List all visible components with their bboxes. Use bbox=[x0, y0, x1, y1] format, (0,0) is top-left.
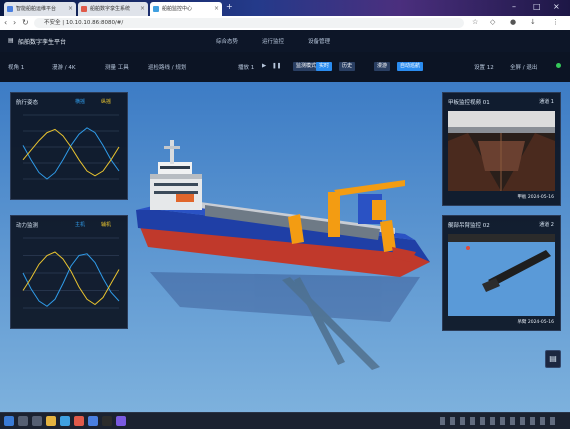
power-line-chart bbox=[22, 237, 120, 309]
os-taskbar bbox=[0, 412, 570, 429]
view-tool-button[interactable]: 视角 1 bbox=[8, 63, 24, 71]
tab-label: 智能船舶运维平台 bbox=[16, 6, 57, 12]
power-chart-panel: 动力监测 主机 辅机 bbox=[10, 215, 128, 329]
browser-tab-2[interactable]: 船舶数字孪生系统 × bbox=[78, 2, 148, 16]
channel-badge: 通道 1 bbox=[539, 99, 554, 105]
legend-series-1: 主机 bbox=[75, 222, 86, 228]
url-text: 不安全 | 10.10.10.86:8080/#/ bbox=[44, 20, 124, 26]
close-tab-icon[interactable]: × bbox=[140, 2, 145, 16]
close-tab-icon[interactable]: × bbox=[214, 2, 219, 16]
close-tab-icon[interactable]: × bbox=[68, 2, 73, 16]
app-title: 船舶数字孪生平台 bbox=[18, 39, 67, 46]
windows-start-icon[interactable] bbox=[4, 416, 14, 426]
attitude-chart-panel: 航行姿态 横摇 纵摇 bbox=[10, 92, 128, 200]
url-input[interactable]: 不安全 | 10.10.10.86:8080/#/ bbox=[34, 18, 464, 28]
extensions-icon[interactable]: ◇ bbox=[490, 18, 495, 26]
browser-icon[interactable] bbox=[60, 416, 70, 426]
app-logo-icon: ▤ bbox=[8, 37, 14, 44]
camera-panel-2[interactable]: 艉部吊臂监控 02 通道 2 吊臂 2024-05-16 bbox=[442, 215, 561, 331]
measure-tool-button[interactable]: 测量 工具 bbox=[105, 63, 129, 71]
profile-icon[interactable]: ● bbox=[510, 18, 516, 26]
task-view-icon[interactable] bbox=[32, 416, 42, 426]
mail-icon[interactable] bbox=[88, 416, 98, 426]
panel-title: 动力监测 bbox=[16, 223, 39, 229]
plus-icon[interactable]: + bbox=[226, 2, 233, 11]
nav-tab-monitoring[interactable]: 运行监控 bbox=[262, 37, 284, 45]
star-icon[interactable]: ☆ bbox=[472, 18, 478, 26]
app-icon[interactable] bbox=[116, 416, 126, 426]
app-toolbar: 视角 1 漫游 / 4K 测量 工具 巡检路线 / 规划 播放 1 ▶ ❚❚ 监… bbox=[0, 52, 570, 83]
camera-panel-1[interactable]: 甲板监控视频 01 通道 1 甲板 2024-05-16 bbox=[442, 92, 561, 206]
reload-icon[interactable]: ↻ bbox=[22, 18, 29, 28]
legend-series-2: 纵摇 bbox=[101, 99, 112, 105]
channel-badge: 通道 2 bbox=[539, 222, 554, 228]
panel-title: 航行姿态 bbox=[16, 100, 39, 106]
play-icon[interactable]: ▶ bbox=[262, 63, 266, 69]
close-icon[interactable]: × bbox=[553, 2, 560, 11]
panel-title: 甲板监控视频 01 bbox=[448, 100, 490, 106]
series-line-2 bbox=[22, 251, 120, 306]
roam-pill[interactable]: 漫游 bbox=[374, 62, 391, 71]
browser-tab-bar: 智能船舶运维平台 × 船舶数字孪生系统 × 船舶监控中心 × + – □ × bbox=[0, 0, 570, 16]
nav-tab-equipment[interactable]: 设备管理 bbox=[308, 37, 330, 45]
tab-label: 船舶监控中心 bbox=[162, 6, 193, 12]
address-bar: ‹ › ↻ 不安全 | 10.10.10.86:8080/#/ ☆ ◇ ● ↓ … bbox=[0, 16, 570, 31]
back-icon[interactable]: ‹ bbox=[4, 18, 7, 28]
chrome-icon[interactable] bbox=[74, 416, 84, 426]
status-dot-icon bbox=[556, 63, 561, 68]
fullscreen-button[interactable]: 全屏 / 退出 bbox=[510, 63, 537, 71]
nav-tab-overview[interactable]: 综合态势 bbox=[216, 37, 238, 45]
maximize-icon[interactable]: □ bbox=[533, 2, 541, 11]
browser-tab-3-active[interactable]: 船舶监控中心 × bbox=[150, 2, 222, 16]
tab-label: 船舶数字孪生系统 bbox=[90, 6, 131, 12]
clipboard-icon[interactable]: ▤ bbox=[545, 350, 561, 368]
series-line-1 bbox=[22, 127, 120, 180]
menu-icon[interactable]: ⋮ bbox=[552, 18, 559, 26]
panel-title: 艉部吊臂监控 02 bbox=[448, 223, 490, 229]
legend-series-2: 辅机 bbox=[101, 222, 112, 228]
minimize-icon[interactable]: – bbox=[512, 2, 516, 11]
deck-camera-feed bbox=[448, 111, 555, 191]
crane-camera-feed bbox=[448, 234, 555, 316]
forward-icon[interactable]: › bbox=[13, 18, 16, 28]
search-icon[interactable] bbox=[18, 416, 28, 426]
settings-button[interactable]: 设置 12 bbox=[474, 63, 494, 71]
series-line-2 bbox=[22, 128, 120, 177]
roam-tool-button[interactable]: 漫游 / 4K bbox=[52, 63, 75, 71]
route-tool-button[interactable]: 巡检路线 / 规划 bbox=[148, 63, 186, 71]
playback-label: 播放 1 bbox=[238, 65, 255, 71]
series-line-1 bbox=[22, 253, 120, 307]
tab-favicon-icon bbox=[81, 6, 87, 12]
ship-3d-viewport[interactable]: 航行姿态 横摇 纵摇 动力监测 主机 辅机 甲板监控视频 01 通道 1 甲板 … bbox=[0, 82, 570, 412]
camera-caption: 吊臂 2024-05-16 bbox=[517, 320, 554, 325]
folder-icon[interactable] bbox=[46, 416, 56, 426]
terminal-icon[interactable] bbox=[102, 416, 112, 426]
cruise-pill[interactable]: 自动巡航 bbox=[397, 62, 424, 71]
realtime-pill[interactable]: 实时 bbox=[316, 62, 333, 71]
history-pill[interactable]: 历史 bbox=[339, 62, 356, 71]
attitude-line-chart bbox=[22, 114, 120, 180]
tab-favicon-icon bbox=[153, 6, 159, 12]
browser-tab-1[interactable]: 智能船舶运维平台 × bbox=[4, 2, 76, 16]
download-icon[interactable]: ↓ bbox=[530, 18, 536, 26]
tab-favicon-icon bbox=[7, 6, 13, 12]
system-tray[interactable] bbox=[440, 417, 560, 425]
camera-caption: 甲板 2024-05-16 bbox=[517, 195, 554, 200]
app-header: ▤ 船舶数字孪生平台 综合态势 运行监控 设备管理 bbox=[0, 30, 570, 53]
pause-icon[interactable]: ❚❚ bbox=[272, 63, 281, 69]
legend-series-1: 横摇 bbox=[75, 99, 86, 105]
